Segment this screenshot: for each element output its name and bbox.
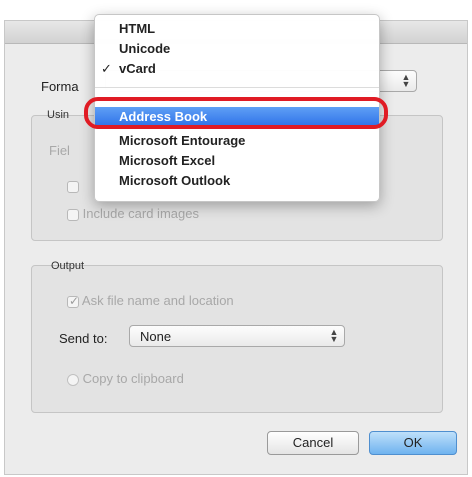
menu-item-entourage[interactable]: Microsoft Entourage xyxy=(95,131,379,151)
highlight-annotation xyxy=(84,97,388,129)
popup-stepper-icon: ▲ ▼ xyxy=(401,72,411,89)
menu-item-excel[interactable]: Microsoft Excel xyxy=(95,151,379,171)
using-group-label: Usin xyxy=(47,109,70,121)
menu-item-unicode[interactable]: Unicode xyxy=(95,39,379,59)
checkmark-icon: ✓ xyxy=(101,61,112,76)
copy-clipboard-radio[interactable] xyxy=(67,373,79,386)
cancel-button[interactable]: Cancel xyxy=(267,431,359,455)
send-to-stepper-icon: ▲ ▼ xyxy=(329,327,339,344)
checkmark-icon: ✓ xyxy=(69,293,80,308)
copy-clipboard-row: Copy to clipboard xyxy=(67,371,184,386)
ask-file-row: ✓ Ask file name and location xyxy=(67,293,234,308)
include-images-row: Include card images xyxy=(67,206,199,221)
menu-separator xyxy=(95,87,379,88)
ask-file-checkbox[interactable]: ✓ xyxy=(67,293,80,308)
copy-clipboard-label: Copy to clipboard xyxy=(82,371,184,386)
menu-item-html[interactable]: HTML xyxy=(95,19,379,39)
send-to-value: None xyxy=(140,329,172,344)
send-to-label: Send to: xyxy=(59,331,108,346)
ok-button[interactable]: OK xyxy=(369,431,457,455)
output-group-label: Output xyxy=(51,260,85,272)
send-to-popup[interactable]: None ▲ ▼ xyxy=(129,325,345,347)
field-label: Fiel xyxy=(49,143,70,158)
format-label: Forma xyxy=(41,79,79,94)
checkbox-row-1 xyxy=(67,178,79,193)
menu-item-vcard[interactable]: ✓ vCard xyxy=(95,59,379,79)
menu-item-outlook[interactable]: Microsoft Outlook xyxy=(95,171,379,191)
include-images-label: Include card images xyxy=(82,206,199,221)
ask-file-label: Ask file name and location xyxy=(81,293,234,308)
checkbox-1[interactable] xyxy=(67,180,79,193)
include-images-checkbox[interactable] xyxy=(67,208,79,221)
